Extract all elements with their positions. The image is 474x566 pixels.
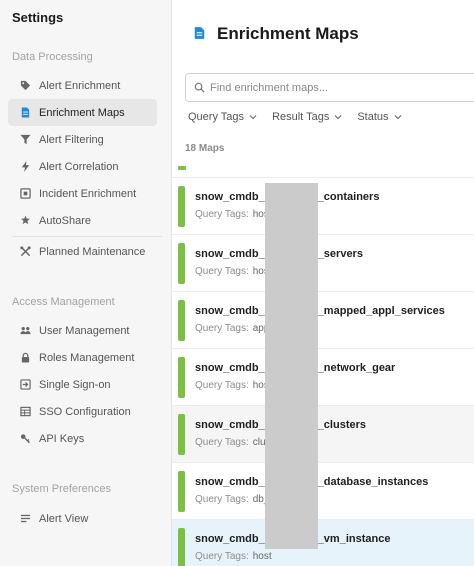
- status-bar: [178, 414, 185, 455]
- sidebar-item-api-keys[interactable]: API Keys: [8, 425, 157, 452]
- sidebar-item-label: User Management: [39, 324, 130, 337]
- map-name: snow_cmdb_ _mapped_appl_services: [195, 305, 445, 317]
- incident-box-icon: [19, 188, 31, 200]
- main-content: Enrichment Maps Query Tags Result Tags S…: [172, 0, 474, 566]
- table-icon: [19, 406, 31, 418]
- sidebar-item-label: Alert Enrichment: [39, 79, 121, 92]
- map-query-tags: Query Tags: db_: [195, 494, 270, 505]
- sidebar-item-label: SSO Configuration: [39, 405, 131, 418]
- status-bar-fragment: [178, 166, 186, 170]
- chevron-down-icon: [394, 114, 402, 120]
- sidebar-item-alert-filtering[interactable]: Alert Filtering: [8, 126, 157, 153]
- map-row[interactable]: snow_cmdb_ _vm_instance Query Tags: host: [172, 519, 474, 566]
- map-query-tags: Query Tags: hos: [195, 266, 269, 277]
- section-data-processing: Data Processing: [12, 51, 93, 63]
- chevron-down-icon: [334, 114, 342, 120]
- filter-label: Status: [357, 111, 389, 123]
- search-icon: [194, 82, 205, 93]
- map-query-tags: Query Tags: host: [195, 551, 272, 562]
- lightning-icon: [19, 161, 31, 173]
- sidebar-item-alert-view[interactable]: Alert View: [8, 505, 157, 532]
- map-row[interactable]: snow_cmdb_ _containers Query Tags: hos: [172, 177, 474, 234]
- sidebar-item-label: Alert Filtering: [39, 133, 104, 146]
- filter-label: Query Tags: [188, 111, 245, 123]
- key-icon: [19, 433, 31, 445]
- sidebar-item-user-management[interactable]: User Management: [8, 317, 157, 344]
- redaction-block: [265, 183, 318, 549]
- sidebar-title: Settings: [12, 10, 64, 25]
- sidebar-item-label: AutoShare: [39, 214, 91, 227]
- search-box[interactable]: [185, 73, 474, 102]
- map-query-tags: Query Tags: hos: [195, 209, 269, 220]
- filter-result-tags[interactable]: Result Tags: [272, 111, 342, 123]
- map-count: 18 Maps: [185, 143, 225, 154]
- filter-bar: Query Tags Result Tags Status: [188, 111, 417, 123]
- sidebar-item-label: Single Sign-on: [39, 378, 111, 391]
- map-query-tags: Query Tags: clus: [195, 437, 271, 448]
- sidebar-item-autoshare[interactable]: AutoShare: [8, 207, 157, 234]
- status-bar: [178, 243, 185, 284]
- sidebar-item-incident-enrichment[interactable]: Incident Enrichment: [8, 180, 157, 207]
- sidebar-item-label: Alert Correlation: [39, 160, 119, 173]
- map-row[interactable]: snow_cmdb_ _database_instances Query Tags…: [172, 462, 474, 519]
- sidebar-item-alert-correlation[interactable]: Alert Correlation: [8, 153, 157, 180]
- sidebar-item-label: API Keys: [39, 432, 85, 445]
- sidebar-item-single-sign-on[interactable]: Single Sign-on: [8, 371, 157, 398]
- sidebar-item-label: Incident Enrichment: [39, 187, 137, 200]
- status-bar: [178, 357, 185, 398]
- wrench-icon: [19, 246, 31, 258]
- status-bar: [178, 300, 185, 341]
- share-icon: [19, 215, 31, 227]
- chevron-down-icon: [249, 114, 257, 120]
- users-icon: [19, 325, 31, 337]
- sign-in-icon: [19, 379, 31, 391]
- sidebar-item-label: Roles Management: [39, 351, 135, 364]
- settings-sidebar: Settings Data Processing Alert Enrichmen…: [0, 0, 172, 566]
- sidebar-divider: [12, 236, 162, 237]
- document-icon: [19, 107, 31, 119]
- status-bar: [178, 528, 185, 566]
- status-bar: [178, 471, 185, 512]
- filter-label: Result Tags: [272, 111, 330, 123]
- sidebar-item-enrichment-maps[interactable]: Enrichment Maps: [8, 99, 157, 126]
- filter-query-tags[interactable]: Query Tags: [188, 111, 257, 123]
- map-row[interactable]: snow_cmdb_ _mapped_appl_services Query Ta…: [172, 291, 474, 348]
- document-icon: [194, 26, 208, 42]
- section-system-preferences: System Preferences: [12, 483, 112, 495]
- search-input[interactable]: [210, 81, 470, 94]
- sidebar-item-label: Enrichment Maps: [39, 106, 125, 119]
- list-icon: [19, 513, 31, 525]
- map-query-tags: Query Tags: hos: [195, 380, 269, 391]
- status-bar: [178, 186, 185, 227]
- page-title-text: Enrichment Maps: [217, 24, 359, 43]
- sidebar-item-sso-configuration[interactable]: SSO Configuration: [8, 398, 157, 425]
- filter-icon: [19, 134, 31, 146]
- section-access-management: Access Management: [12, 296, 115, 308]
- sidebar-item-planned-maintenance[interactable]: Planned Maintenance: [8, 238, 157, 265]
- map-query-tags: Query Tags: app: [195, 323, 270, 334]
- map-row[interactable]: snow_cmdb_ _network_gear Query Tags: hos: [172, 348, 474, 405]
- sidebar-item-label: Planned Maintenance: [39, 245, 146, 258]
- filter-status[interactable]: Status: [357, 111, 401, 123]
- sidebar-item-roles-management[interactable]: Roles Management: [8, 344, 157, 371]
- map-row[interactable]: snow_cmdb_ _servers Query Tags: hos: [172, 234, 474, 291]
- page-title: Enrichment Maps: [194, 24, 359, 44]
- sidebar-item-alert-enrichment[interactable]: Alert Enrichment: [8, 72, 157, 99]
- sidebar-item-label: Alert View: [39, 512, 89, 525]
- lock-icon: [19, 352, 31, 364]
- tag-icon: [19, 80, 31, 92]
- map-row[interactable]: snow_cmdb_ _clusters Query Tags: clus: [172, 405, 474, 462]
